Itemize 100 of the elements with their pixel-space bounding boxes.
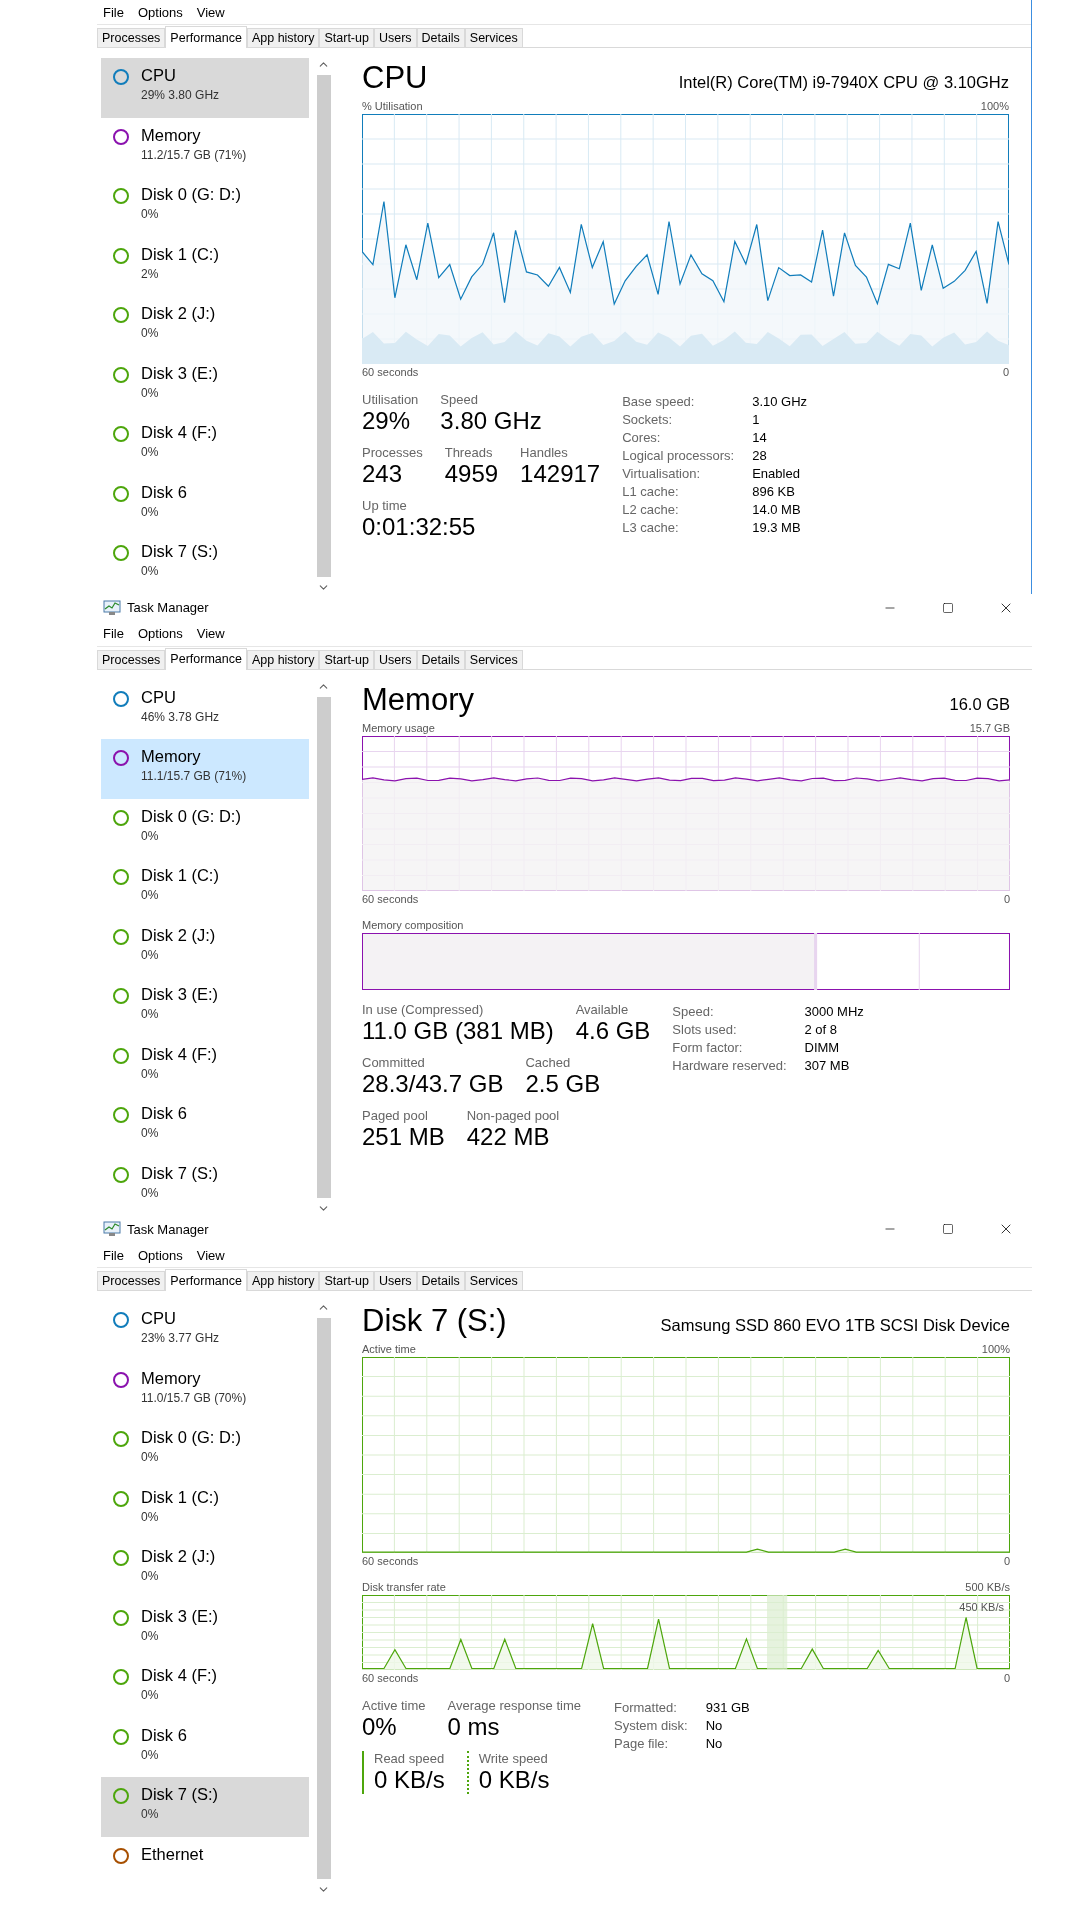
menu-item[interactable]: File [103,626,124,641]
panel-title: Disk 7 (S:) [362,1303,507,1339]
sidebar-item[interactable]: Ethernet [101,1836,309,1896]
device-usage: 0% [141,1569,160,1583]
tab[interactable]: Processes [97,28,166,47]
sidebar-item[interactable]: Disk 1 (C:) 0% [101,1479,309,1539]
device-usage: 0% [141,564,160,578]
sidebar-item[interactable]: Disk 1 (C:) 2% [101,236,309,296]
spec-label: Formatted: [614,1700,678,1715]
menu-item[interactable]: File [103,1247,124,1263]
stat-label: Average response time [447,1698,582,1713]
tab[interactable]: Processes [97,649,166,669]
sidebar-item[interactable]: Disk 1 (C:) 0% [101,858,309,918]
sidebar-item[interactable]: Disk 7 (S:) 0% [101,1155,309,1215]
sidebar-item[interactable]: CPU 46% 3.78 GHz [101,679,309,739]
sidebar-item[interactable]: Disk 2 (J:) 0% [101,296,309,356]
device-usage: 29% 3.80 GHz [141,88,220,102]
scrollbar-thumb[interactable] [316,75,331,577]
tab[interactable]: Users [373,1271,417,1290]
time-span-label: 60 seconds [362,366,419,378]
menu-item[interactable]: Options [137,1247,183,1263]
menu-item[interactable]: View [196,626,225,641]
tab[interactable]: Processes [97,1271,166,1290]
spec-label: Virtualisation: [622,466,701,481]
device-usage: 2% [141,266,160,281]
stat-label: Active time [362,1698,426,1713]
tab[interactable]: App history [246,1271,320,1290]
sidebar-item[interactable]: Memory 11.1/15.7 GB (71%) [101,739,309,799]
spec-label: Speed: [672,1003,715,1019]
spec-value: 896 KB [752,484,796,499]
sidebar-item[interactable]: Disk 0 (G: D:) 0% [101,177,309,237]
tab[interactable]: Start-up [319,649,374,669]
stat-label: Speed [440,392,479,407]
chart-label: Memory composition [362,918,464,931]
tab[interactable]: App history [246,28,320,47]
sidebar-item[interactable]: Disk 4 (F:) 0% [101,1658,309,1718]
scrollbar-thumb[interactable] [316,696,331,1198]
spec-value: 1 [752,412,761,427]
tab[interactable]: Services [464,28,523,47]
scrollbar-thumb[interactable] [316,1318,331,1879]
menu-item[interactable]: View [196,4,225,20]
stat-value: 4959 [444,460,499,488]
tab[interactable]: App history [246,649,320,669]
time-span-label: 60 seconds [362,892,419,905]
tab[interactable]: Start-up [319,1271,374,1290]
sidebar-item[interactable]: CPU 23% 3.77 GHz [101,1301,309,1361]
sidebar-item[interactable]: Disk 6 0% [101,1096,309,1156]
tab[interactable]: Details [416,28,465,47]
stat-value: 251 MB [362,1122,445,1151]
spec-label: Slots used: [672,1021,738,1037]
device-usage: 0% [141,1450,160,1464]
sidebar-item[interactable]: Disk 6 0% [101,474,309,534]
sidebar-item[interactable]: Disk 2 (J:) 0% [101,917,309,977]
sidebar-item[interactable]: Disk 7 (S:) 0% [101,1777,309,1837]
tab[interactable]: Performance [165,1269,247,1291]
spec-value: 3000 MHz [804,1003,864,1019]
sidebar-item[interactable]: Disk 4 (F:) 0% [101,415,309,475]
menu-item[interactable]: Options [137,626,183,641]
tab[interactable]: Users [373,28,417,47]
spec-label: L3 cache: [622,520,680,535]
menu-item[interactable]: File [103,4,124,20]
device-usage: 0% [141,1185,160,1200]
sidebar-item[interactable]: Disk 3 (E:) 0% [101,977,309,1037]
tab[interactable]: Performance [165,647,247,670]
device-name: Disk 1 (C:) [141,866,219,885]
device-name: Disk 6 [141,1104,187,1123]
chart-min-label: 0 [1003,1555,1010,1567]
device-name: Disk 2 (J:) [141,1547,216,1566]
sidebar-item[interactable]: Disk 0 (G: D:) 0% [101,1420,309,1480]
menu-item[interactable]: Options [137,4,183,20]
sidebar-item[interactable]: Disk 2 (J:) 0% [101,1539,309,1599]
device-name: Disk 4 (F:) [141,1666,218,1685]
sidebar-item[interactable]: CPU 29% 3.80 GHz [101,58,309,118]
tab[interactable]: Performance [165,26,247,48]
device-usage: 0% [141,1007,160,1021]
tab[interactable]: Users [373,649,417,669]
tab[interactable]: Services [464,649,523,669]
sidebar-item[interactable]: Disk 6 0% [101,1717,309,1777]
tab[interactable]: Details [416,1271,465,1290]
sidebar-item[interactable]: Disk 0 (G: D:) 0% [101,798,309,858]
sidebar-item[interactable]: Memory 11.2/15.7 GB (71%) [101,117,309,177]
device-name: Disk 7 (S:) [141,1785,218,1804]
tab[interactable]: Start-up [319,28,374,47]
sidebar-item[interactable]: Disk 4 (F:) 0% [101,1036,309,1096]
stat-value: 2.5 GB [525,1069,601,1098]
stat-value: 0 KB/s [374,1766,445,1794]
tab[interactable]: Services [464,1271,523,1290]
spec-value: 3.10 GHz [752,394,808,409]
tab[interactable]: Details [416,649,465,669]
maximize-icon[interactable] [942,601,954,614]
device-model: Intel(R) Core(TM) i9-7940X CPU @ 3.10GHz [678,73,1009,92]
sidebar-item[interactable]: Disk 3 (E:) 0% [101,355,309,415]
maximize-icon[interactable] [942,1223,954,1235]
sidebar-item[interactable]: Disk 3 (E:) 0% [101,1598,309,1658]
stat-label: Utilisation [362,392,419,407]
sidebar-item[interactable]: Memory 11.0/15.7 GB (70%) [101,1360,309,1420]
menu-item[interactable]: View [196,1247,225,1263]
device-name: Disk 4 (F:) [141,423,218,442]
sidebar-item[interactable]: Disk 7 (S:) 0% [101,534,309,594]
device-usage: 0% [141,207,160,221]
